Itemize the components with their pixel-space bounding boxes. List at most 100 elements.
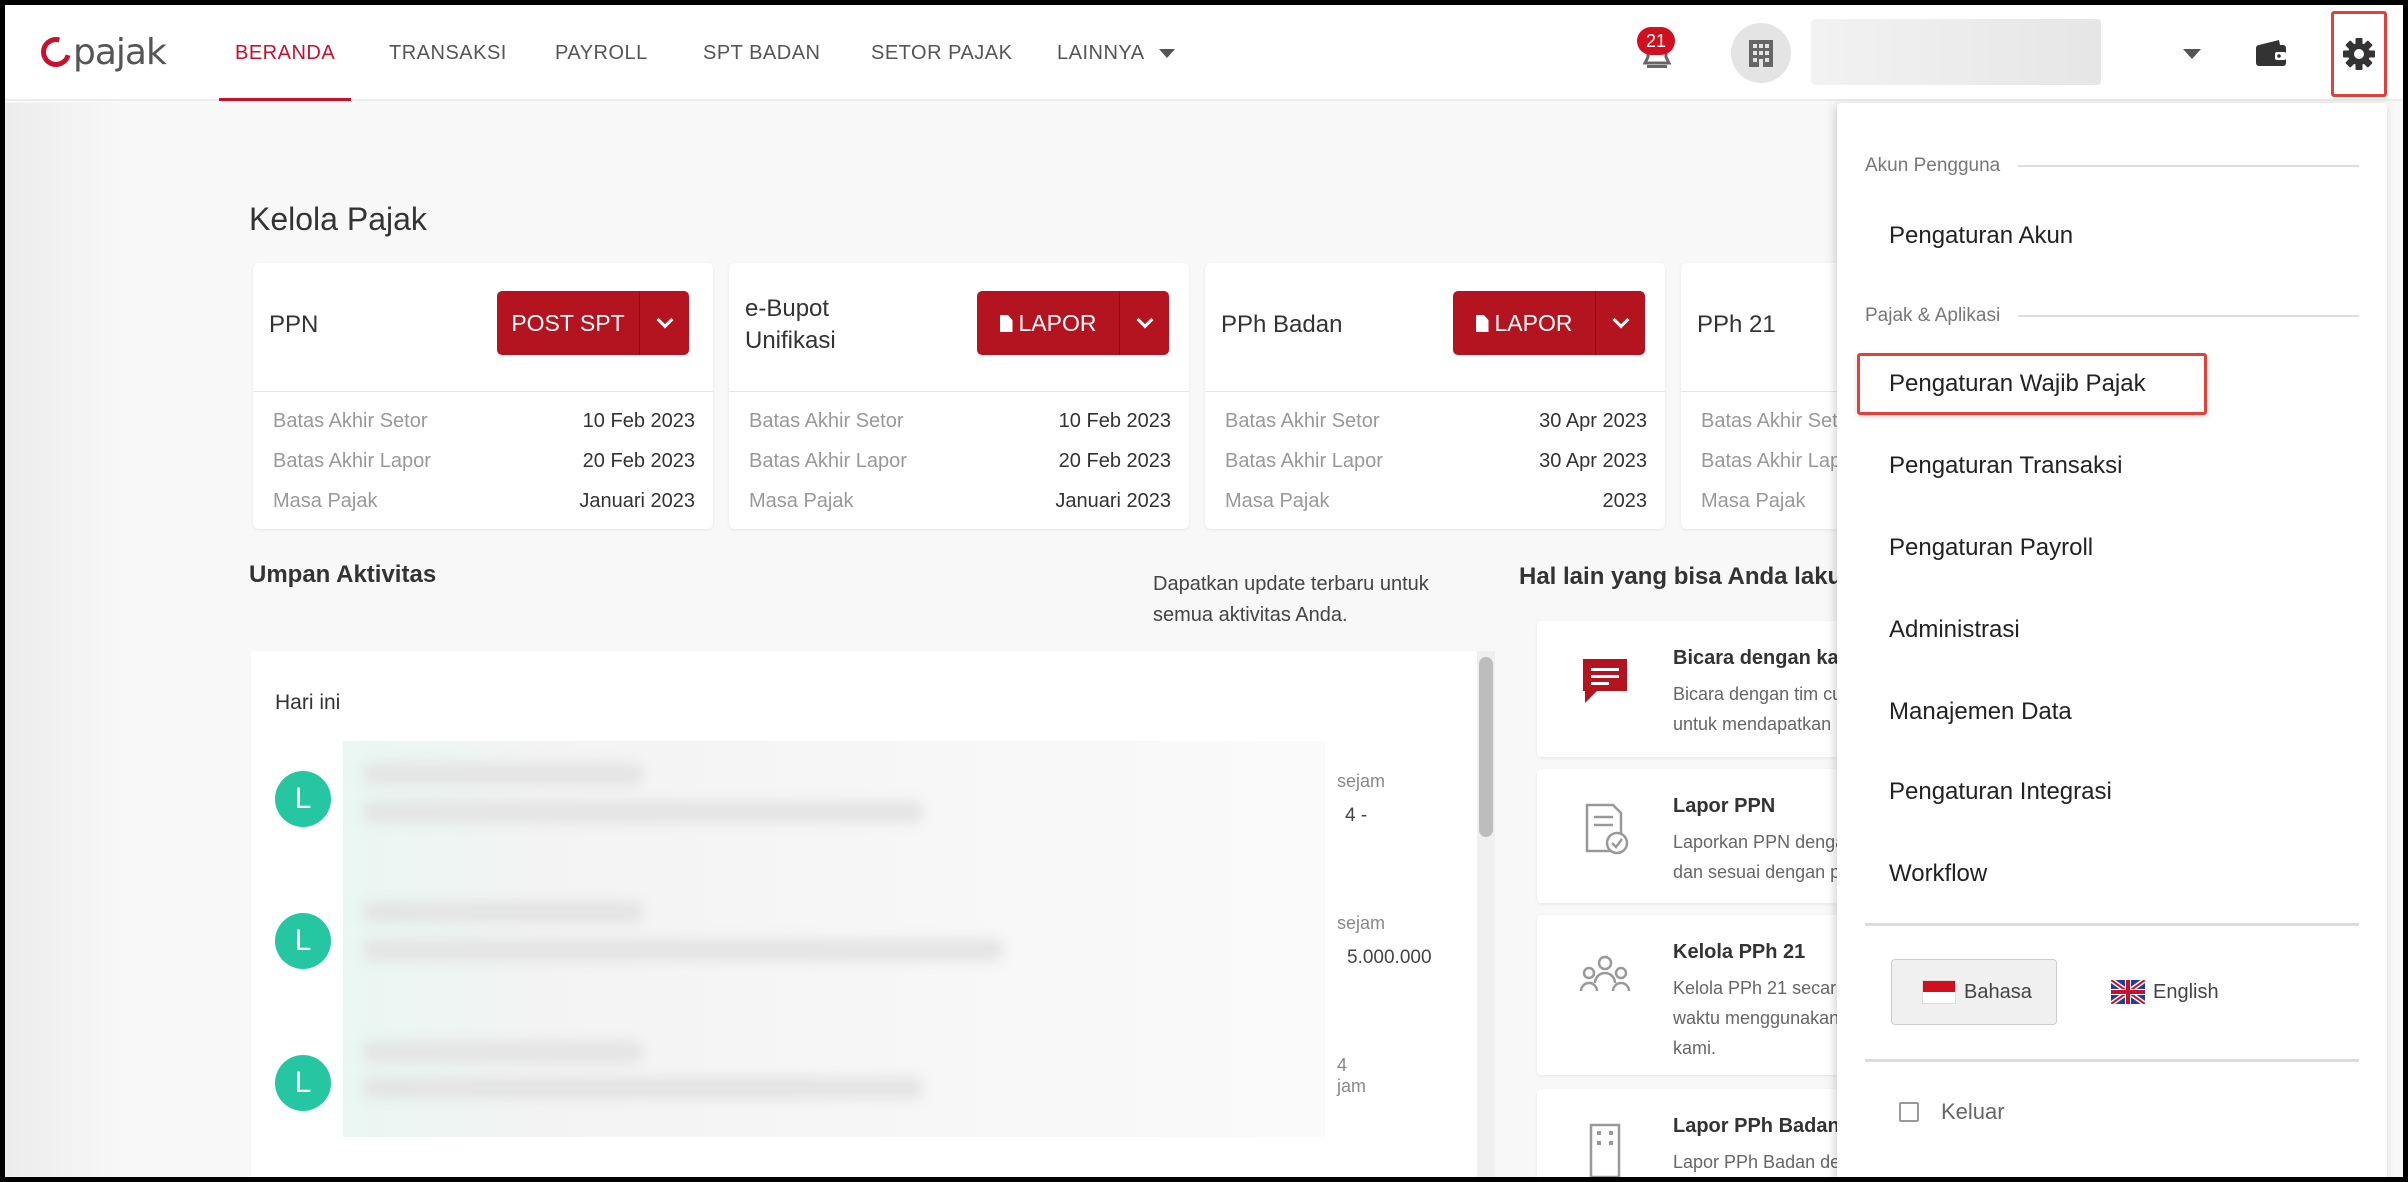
tax-card-ebupot: e-Bupot Unifikasi LAPOR Batas Akhir Seto…: [729, 263, 1189, 529]
card-desc-line: untuk mendapatkan: [1673, 714, 1832, 734]
activity-feed[interactable]: Hari ini L sejam 4 - L sejam 5.000.000 L…: [251, 651, 1495, 1177]
lapor-label: LAPOR: [1018, 310, 1097, 336]
row-value: 2023: [1602, 490, 1648, 512]
row-value: Januari 2023: [1055, 490, 1171, 512]
row-value: Januari 2023: [579, 490, 695, 512]
divider: [2018, 165, 2359, 167]
row-label: Masa Pajak: [273, 490, 378, 512]
menu-item-pengaturan-wajib-pajak[interactable]: Pengaturan Wajib Pajak: [1857, 353, 2207, 415]
chevron-down-icon: [1136, 311, 1153, 329]
pph-badan-dropdown-button[interactable]: [1595, 291, 1645, 355]
info-row: Masa Pajak 2023: [1225, 486, 1647, 516]
nav-transaksi[interactable]: TRANSAKSI: [389, 5, 507, 101]
people-icon: [1579, 955, 1631, 992]
notification-badge: 21: [1637, 27, 1675, 55]
lang-english-button[interactable]: English: [2081, 959, 2261, 1025]
file-icon: [1475, 315, 1489, 332]
row-label: Masa Pajak: [1225, 490, 1330, 512]
card-desc: Kelola PPh 21 secara waktu menggunakan k…: [1673, 973, 1846, 1063]
menu-item-pengaturan-integrasi[interactable]: Pengaturan Integrasi: [1857, 761, 2197, 823]
feed-time: sejam: [1337, 771, 1386, 791]
menu-section-akun: Akun Pengguna: [1865, 151, 2359, 181]
feed-item[interactable]: L sejam 5.000.000: [275, 913, 1432, 1013]
avatar: L: [275, 913, 331, 969]
menu-section-label: Akun Pengguna: [1865, 155, 2001, 176]
divider: [1205, 391, 1665, 392]
menu-item-pengaturan-akun[interactable]: Pengaturan Akun: [1857, 205, 2197, 267]
lang-label: Bahasa: [1964, 980, 2032, 1003]
divider: [2018, 315, 2359, 317]
row-value: 30 Apr 2023: [1539, 410, 1647, 432]
info-row: Masa Pajak Januari 2023: [273, 486, 695, 516]
lapor-button[interactable]: LAPOR: [1453, 291, 1595, 355]
info-row: Batas Akhir Lapor 20 Feb 2023: [273, 446, 695, 476]
info-row: Batas Akhir Setor 10 Feb 2023: [749, 406, 1171, 436]
lapor-button[interactable]: LAPOR: [977, 291, 1119, 355]
nav-lainnya[interactable]: LAINNYA: [1057, 5, 1175, 101]
chat-icon: [1583, 659, 1627, 703]
company-name-redacted[interactable]: [1811, 19, 2101, 85]
card-title: PPh 21: [1697, 311, 1776, 338]
card-kelola-pph21[interactable]: Kelola PPh 21 Kelola PPh 21 secara waktu…: [1537, 915, 1867, 1075]
card-desc-line: waktu menggunakan: [1673, 1008, 1840, 1028]
card-bicara[interactable]: Bicara dengan kam Bicara dengan tim cu u…: [1537, 621, 1867, 757]
row-label: Masa Pajak: [1701, 490, 1806, 512]
row-value: 20 Feb 2023: [582, 450, 695, 472]
row-value: 10 Feb 2023: [582, 410, 695, 432]
logout-icon: [1899, 1102, 1919, 1122]
card-desc-line: Laporkan PPN denga: [1673, 832, 1846, 852]
settings-dropdown-menu: Akun Pengguna Pengaturan Akun Pajak & Ap…: [1837, 103, 2387, 1177]
file-icon: [999, 315, 1013, 332]
feed-item[interactable]: L 4 jam: [275, 1055, 1375, 1155]
menu-item-pengaturan-payroll[interactable]: Pengaturan Payroll: [1857, 517, 2197, 579]
card-title: PPN: [269, 311, 319, 338]
menu-item-manajemen-data[interactable]: Manajemen Data: [1857, 681, 2197, 743]
row-value: 30 Apr 2023: [1539, 450, 1647, 472]
row-label: Batas Akhir Setor: [749, 410, 904, 432]
lang-bahasa-button[interactable]: Bahasa: [1891, 959, 2057, 1025]
menu-item-pengaturan-transaksi[interactable]: Pengaturan Transaksi: [1857, 435, 2197, 497]
row-label: Batas Akhir Lapor: [749, 450, 907, 472]
ebupot-dropdown-button[interactable]: [1119, 291, 1169, 355]
chevron-down-icon[interactable]: [2183, 49, 2201, 59]
lang-label: English: [2153, 980, 2219, 1003]
info-row: Batas Akhir Lapor 30 Apr 2023: [1225, 446, 1647, 476]
nav-lainnya-label: LAINNYA: [1057, 42, 1145, 64]
info-row: Batas Akhir Lapor 20 Feb 2023: [749, 446, 1171, 476]
uk-flag-icon: [2111, 980, 2145, 1004]
menu-item-workflow[interactable]: Workflow: [1857, 843, 2197, 905]
post-spt-button[interactable]: POST SPT: [497, 291, 639, 355]
feed-subtitle: Dapatkan update terbaru untuk semua akti…: [1153, 573, 1429, 626]
card-desc-line: kami.: [1673, 1038, 1717, 1058]
feed-item[interactable]: L sejam 4 -: [275, 771, 1385, 871]
chevron-down-icon: [1612, 311, 1629, 329]
settings-button[interactable]: [2331, 11, 2387, 97]
menu-item-administrasi[interactable]: Administrasi: [1857, 599, 2197, 661]
section-title-umpan-aktivitas: Umpan Aktivitas: [249, 561, 437, 588]
feed-amount: 4 -: [1345, 805, 1368, 826]
nav-spt-badan[interactable]: SPT BADAN: [703, 5, 821, 101]
tax-card-ppn: PPN POST SPT Batas Akhir Setor 10 Feb 202…: [253, 263, 713, 529]
logout-button[interactable]: Keluar: [1899, 1099, 2005, 1125]
company-avatar[interactable]: [1731, 23, 1791, 83]
row-label: Batas Akhir Setor: [1225, 410, 1380, 432]
feed-scrollbar[interactable]: [1479, 657, 1493, 837]
card-lapor-ppn[interactable]: Lapor PPN Laporkan PPN denga dan sesuai …: [1537, 769, 1867, 903]
info-row: Masa Pajak Januari 2023: [749, 486, 1171, 516]
wallet-icon[interactable]: [2255, 39, 2287, 67]
brand-logo[interactable]: pajak: [35, 27, 167, 77]
row-value: 10 Feb 2023: [1058, 410, 1171, 432]
divider: [1865, 923, 2359, 926]
ppn-dropdown-button[interactable]: [639, 291, 689, 355]
feed-time: sejam: [1337, 913, 1386, 933]
feed-amount: 5.000.000: [1347, 947, 1432, 968]
avatar: L: [275, 771, 331, 827]
divider: [253, 391, 713, 392]
background-shade: [5, 103, 125, 1177]
info-row: Batas Akhir Setor 30 Apr 2023: [1225, 406, 1647, 436]
avatar: L: [275, 1055, 331, 1111]
nav-beranda[interactable]: BERANDA: [218, 5, 352, 101]
nav-setor-pajak[interactable]: SETOR PAJAK: [871, 5, 1012, 101]
section-title-kelola-pajak: Kelola Pajak: [249, 201, 427, 237]
nav-payroll[interactable]: PAYROLL: [555, 5, 648, 101]
